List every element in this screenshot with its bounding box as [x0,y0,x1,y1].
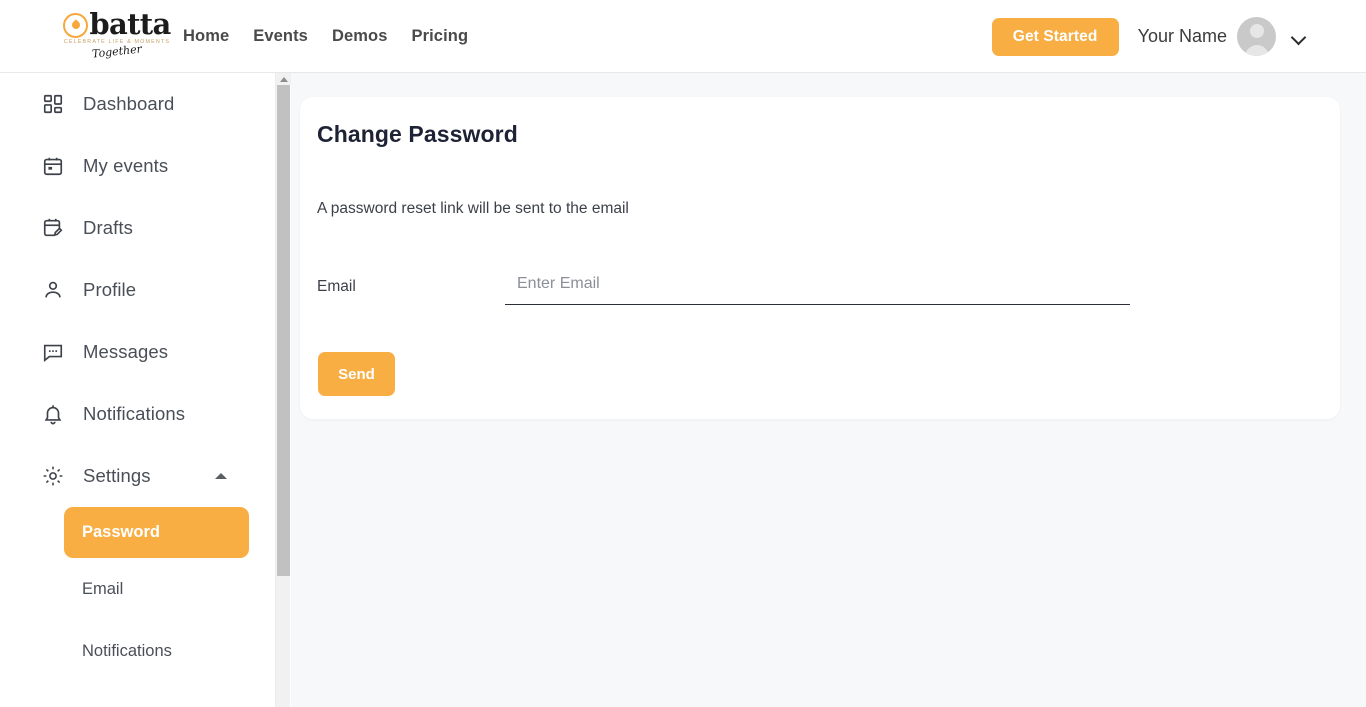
sidebar-item-drafts[interactable]: Drafts [0,197,275,259]
sidebar-item-profile[interactable]: Profile [0,259,275,321]
sidebar-scrollbar[interactable] [275,73,291,707]
avatar[interactable] [1237,17,1276,56]
email-field-label: Email [317,278,356,295]
sidebar-item-notifications[interactable]: Notifications [0,383,275,445]
nav-link-events[interactable]: Events [253,27,308,46]
top-header: batta CELEBRATE LIFE & MOMENTS Together … [0,0,1366,73]
sidebar-item-my-events[interactable]: My events [0,135,275,197]
avatar-body-shape [1244,45,1269,56]
brand-logo-main: batta [63,7,171,41]
chevron-up-icon[interactable] [215,473,227,479]
dashboard-grid-icon [42,93,64,115]
page-title: Change Password [317,121,518,147]
brand-logo[interactable]: batta CELEBRATE LIFE & MOMENTS Together [58,7,176,67]
brand-wordmark: batta [89,7,171,41]
sidebar-item-label: Messages [83,341,169,362]
scrollbar-up-arrow-icon[interactable] [276,73,291,85]
gear-icon [42,465,64,487]
sidebar-item-label: Drafts [83,217,133,238]
sidebar-subitem-password[interactable]: Password [64,507,249,558]
change-password-card: Change Password A password reset link wi… [300,97,1340,419]
chat-bubble-icon [42,341,64,363]
nav-link-demos[interactable]: Demos [332,27,388,46]
nav-link-pricing[interactable]: Pricing [412,27,469,46]
calendar-edit-icon [42,217,64,239]
brand-script: Together [91,42,143,61]
sidebar-item-label: Profile [83,279,137,300]
send-button[interactable]: Send [318,352,395,396]
sidebar-item-label: My events [83,155,169,176]
sidebar-item-messages[interactable]: Messages [0,321,275,383]
sidebar-item-settings[interactable]: Settings [0,445,275,507]
sidebar-subitem-notifications[interactable]: Notifications [0,620,275,682]
sidebar-item-dashboard[interactable]: Dashboard [0,73,275,135]
nav-link-home[interactable]: Home [183,27,229,46]
sidebar-item-label: Settings [83,465,151,486]
heart-in-circle-icon [63,12,89,38]
chevron-down-icon[interactable] [1292,30,1306,44]
get-started-button[interactable]: Get Started [991,17,1119,56]
email-input[interactable] [505,267,1130,305]
sidebar-item-label: Notifications [83,403,186,424]
scrollbar-thumb[interactable] [277,85,290,576]
avatar-head-shape [1249,24,1264,38]
sidebar-subitem-email[interactable]: Email [0,558,275,620]
sidebar-item-label: Dashboard [83,93,175,114]
person-icon [42,279,64,301]
user-name-label: Your Name [1137,26,1227,46]
main-navigation: Home Events Demos Pricing [183,0,468,73]
card-description: A password reset link will be sent to th… [317,200,629,217]
main-content: Change Password A password reset link wi… [291,73,1366,707]
bell-icon [42,403,64,425]
calendar-icon [42,155,64,177]
sidebar: Dashboard My events Drafts Profile Messa… [0,73,275,707]
email-form-row: Email [317,267,1317,311]
header-right-cluster: Get Started Your Name [991,0,1306,73]
